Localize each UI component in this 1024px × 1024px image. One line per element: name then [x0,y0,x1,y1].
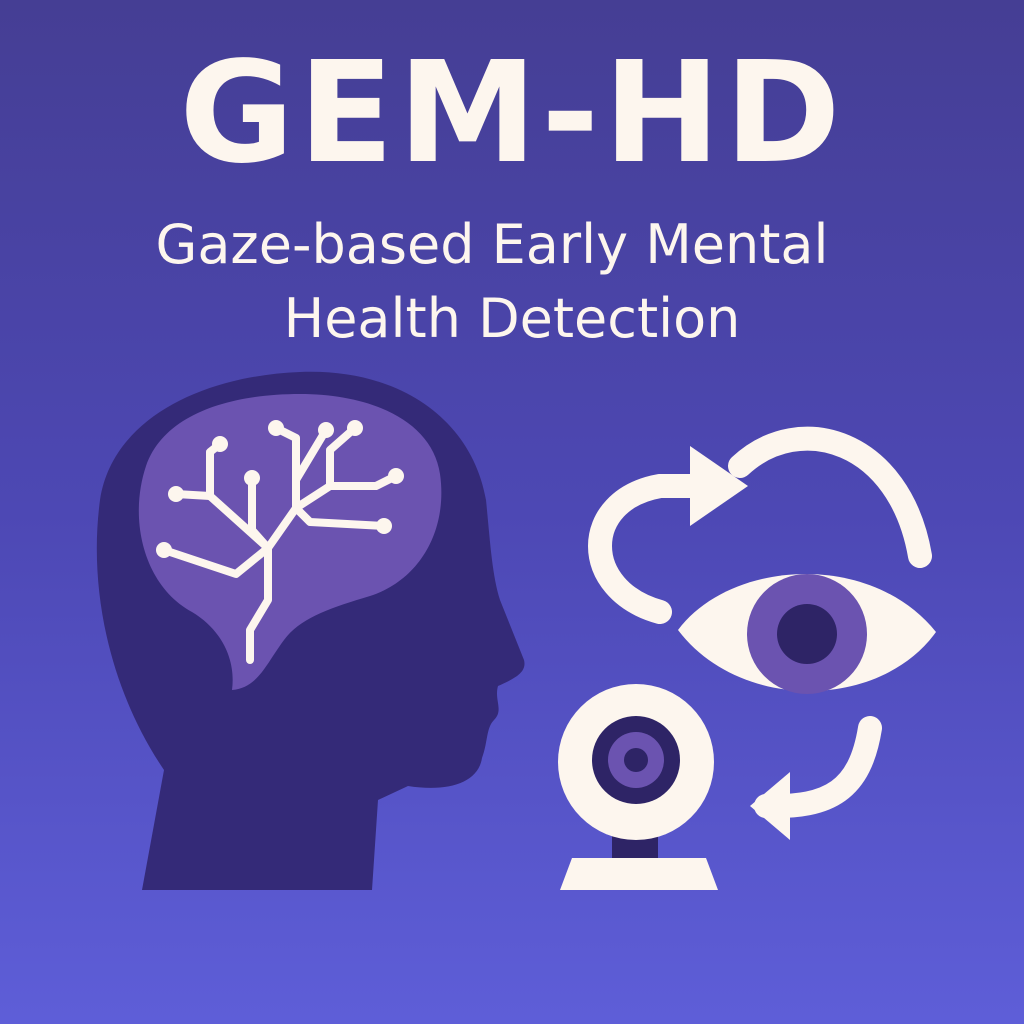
illustration [96,371,936,890]
eye-icon [678,573,936,694]
webcam-icon [558,684,718,890]
